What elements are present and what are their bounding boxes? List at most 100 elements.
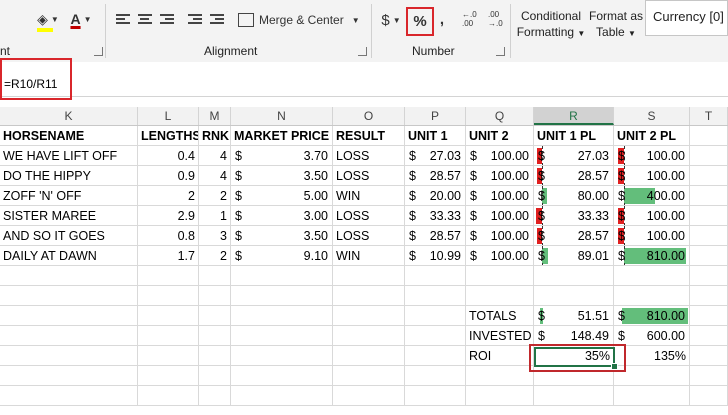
cell-rnk[interactable]: 4 — [199, 146, 231, 166]
cell-empty[interactable] — [138, 266, 199, 286]
formula-text[interactable]: =R10/R11 — [4, 77, 57, 91]
conditional-formatting-button[interactable]: Conditional Formatting ▼ — [516, 8, 586, 42]
column-header-q[interactable]: Q — [466, 107, 534, 125]
cell-empty[interactable] — [0, 286, 138, 306]
column-header-n[interactable]: N — [231, 107, 333, 125]
cell-empty[interactable] — [466, 366, 534, 386]
cell-horsename[interactable]: ZOFF 'N' OFF — [0, 186, 138, 206]
cell-unit2-pl[interactable]: $810.00 — [614, 246, 690, 266]
cell-empty[interactable] — [534, 386, 614, 406]
header-horsename[interactable]: HORSENAME — [0, 126, 138, 146]
cell-empty[interactable] — [0, 366, 138, 386]
cell-lengths[interactable]: 0.9 — [138, 166, 199, 186]
cell-horsename[interactable]: SISTER MAREE — [0, 206, 138, 226]
cell-empty[interactable] — [534, 286, 614, 306]
cell-empty[interactable] — [690, 286, 728, 306]
cell-empty[interactable] — [333, 286, 405, 306]
cell-result[interactable]: LOSS — [333, 146, 405, 166]
number-dialog-launcher[interactable] — [496, 47, 505, 56]
cell-empty[interactable] — [199, 286, 231, 306]
cell-empty[interactable] — [614, 266, 690, 286]
cell-empty[interactable] — [405, 286, 466, 306]
cell-empty[interactable] — [405, 386, 466, 406]
cell-empty[interactable] — [405, 266, 466, 286]
invested-label[interactable]: INVESTED — [466, 326, 534, 346]
column-header-k[interactable]: K — [0, 107, 138, 125]
cell-lengths[interactable]: 1.7 — [138, 246, 199, 266]
cell-empty[interactable] — [690, 226, 728, 246]
cell-empty[interactable] — [333, 386, 405, 406]
cell-result[interactable]: WIN — [333, 246, 405, 266]
cell-market-price[interactable]: $3.50 — [231, 226, 333, 246]
cell-market-price[interactable]: $3.70 — [231, 146, 333, 166]
cell-empty[interactable] — [690, 366, 728, 386]
cell-empty[interactable] — [231, 366, 333, 386]
cell-empty[interactable] — [138, 306, 199, 326]
cell-unit2-pl[interactable]: $100.00 — [614, 226, 690, 246]
header-unit1[interactable]: UNIT 1 — [405, 126, 466, 146]
cell-rnk[interactable]: 2 — [199, 186, 231, 206]
cell-empty[interactable] — [690, 326, 728, 346]
cell-empty[interactable] — [690, 206, 728, 226]
percent-style-button[interactable]: % — [406, 7, 434, 36]
header-result[interactable]: RESULT — [333, 126, 405, 146]
cell-lengths[interactable]: 2.9 — [138, 206, 199, 226]
cell-unit2-pl[interactable]: $100.00 — [614, 166, 690, 186]
cell-unit1-pl[interactable]: $28.57 — [534, 166, 614, 186]
accounting-format-button[interactable]: $ ▼ — [378, 8, 404, 32]
header-unit2-pl[interactable]: UNIT 2 PL — [614, 126, 690, 146]
cell-unit1-pl[interactable]: $80.00 — [534, 186, 614, 206]
cell-empty[interactable] — [405, 346, 466, 366]
cell-empty[interactable] — [231, 266, 333, 286]
cell-market-price[interactable]: $5.00 — [231, 186, 333, 206]
cell-empty[interactable] — [466, 266, 534, 286]
column-header-r[interactable]: R — [534, 107, 614, 125]
align-center-icon[interactable] — [138, 12, 152, 26]
decrease-indent-icon[interactable] — [188, 12, 202, 26]
fill-color-button[interactable]: ◈ ▼ — [34, 8, 62, 30]
header-unit2[interactable]: UNIT 2 — [466, 126, 534, 146]
cell-rnk[interactable]: 4 — [199, 166, 231, 186]
cell-empty[interactable] — [690, 146, 728, 166]
increase-decimal-button[interactable]: ←.0 .00 — [462, 10, 482, 28]
active-cell-selection[interactable] — [534, 347, 615, 367]
column-header-s[interactable]: S — [614, 107, 690, 125]
cell-unit1[interactable]: $33.33 — [405, 206, 466, 226]
cell-empty[interactable] — [138, 326, 199, 346]
cell-empty[interactable] — [690, 386, 728, 406]
cell-unit1-pl[interactable]: $28.57 — [534, 226, 614, 246]
cell-unit2[interactable]: $100.00 — [466, 166, 534, 186]
cell-unit1[interactable]: $20.00 — [405, 186, 466, 206]
cell-empty[interactable] — [0, 326, 138, 346]
cell-result[interactable]: LOSS — [333, 166, 405, 186]
cell-style-currency0[interactable]: Currency [0] — [645, 0, 728, 36]
cell-empty[interactable] — [405, 306, 466, 326]
cell-horsename[interactable]: DAILY AT DAWN — [0, 246, 138, 266]
cell-unit2-pl[interactable]: $100.00 — [614, 146, 690, 166]
cell-empty[interactable] — [231, 286, 333, 306]
cell-market-price[interactable]: $3.00 — [231, 206, 333, 226]
cell-empty[interactable] — [199, 266, 231, 286]
cell-unit2[interactable]: $100.00 — [466, 186, 534, 206]
alignment-dialog-launcher[interactable] — [358, 47, 367, 56]
cell-empty[interactable] — [138, 366, 199, 386]
cell-lengths[interactable]: 0.4 — [138, 146, 199, 166]
cell-empty[interactable] — [333, 306, 405, 326]
cell-rnk[interactable]: 2 — [199, 246, 231, 266]
invested-unit2-pl[interactable]: $600.00 — [614, 326, 690, 346]
cell-empty[interactable] — [199, 366, 231, 386]
invested-unit1-pl[interactable]: $148.49 — [534, 326, 614, 346]
cell-unit1-pl[interactable]: $89.01 — [534, 246, 614, 266]
cell-result[interactable]: LOSS — [333, 206, 405, 226]
column-header-t[interactable]: T — [690, 107, 728, 125]
column-header-p[interactable]: P — [405, 107, 466, 125]
cell-rnk[interactable]: 3 — [199, 226, 231, 246]
cell-unit2[interactable]: $100.00 — [466, 206, 534, 226]
cell-empty[interactable] — [138, 386, 199, 406]
column-header-o[interactable]: O — [333, 107, 405, 125]
cell-lengths[interactable]: 0.8 — [138, 226, 199, 246]
cell-empty[interactable] — [690, 346, 728, 366]
cell-empty[interactable] — [199, 386, 231, 406]
cell-empty[interactable] — [466, 386, 534, 406]
cell-empty[interactable] — [231, 346, 333, 366]
